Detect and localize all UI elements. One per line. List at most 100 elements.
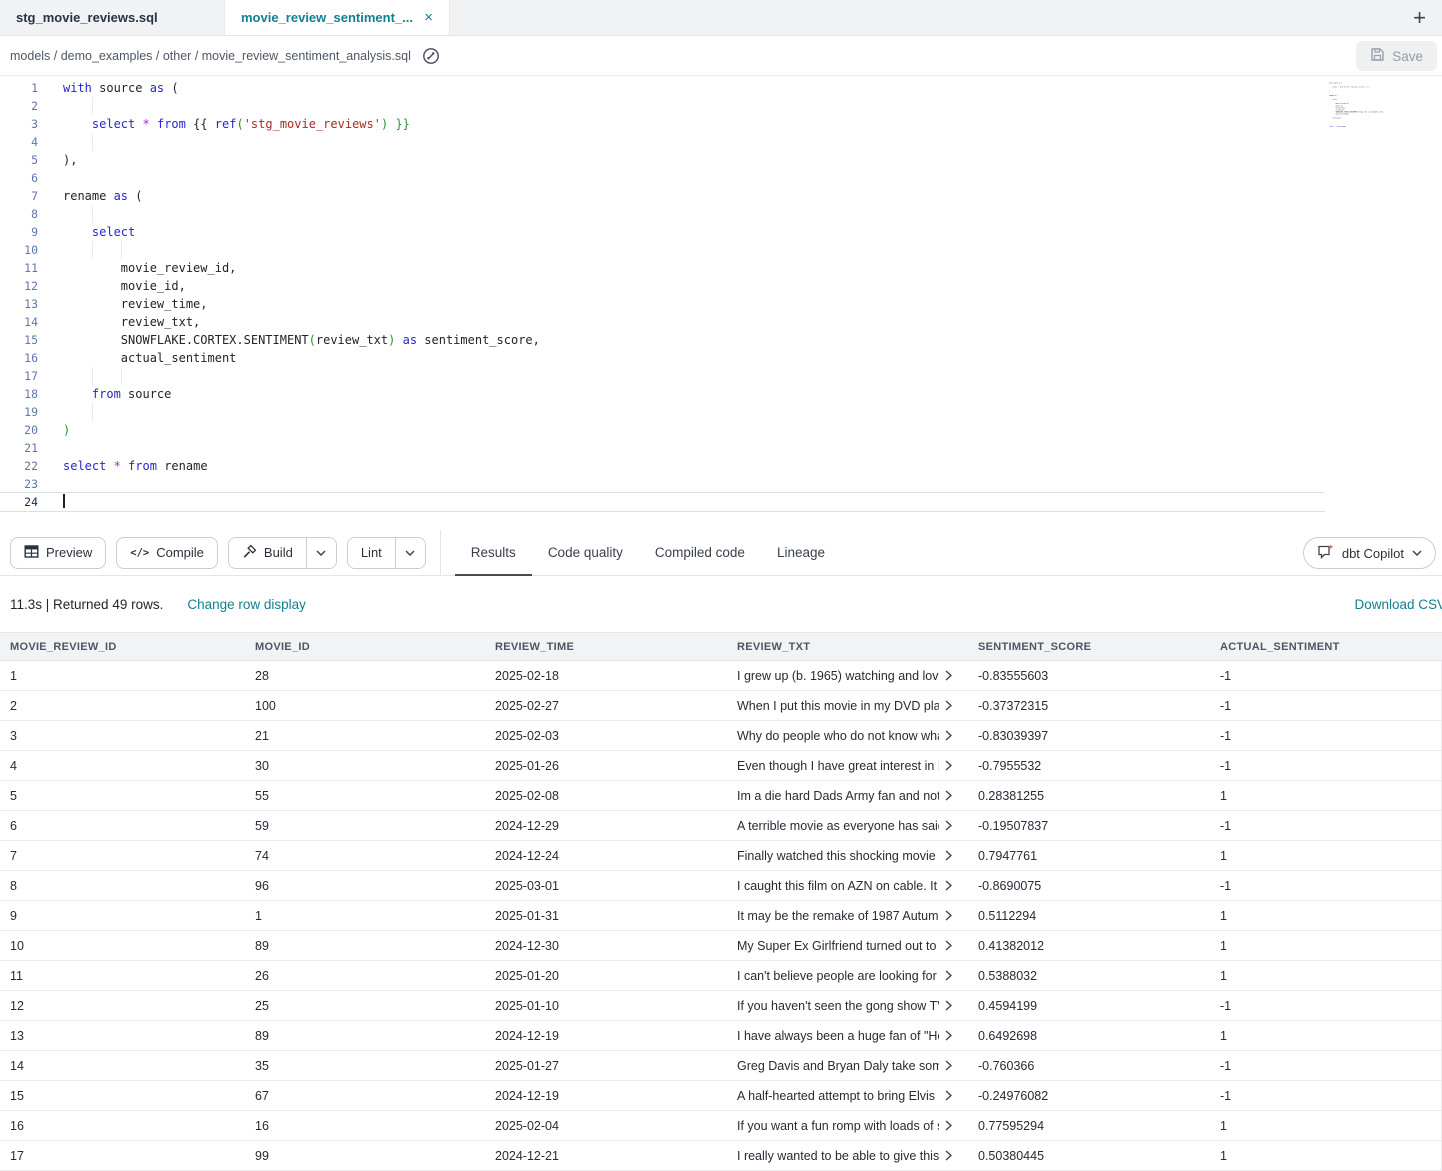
code-text — [45, 367, 1325, 385]
table-row: 1282025-02-18I grew up (b. 1965) watchin… — [0, 661, 1442, 691]
expand-cell-chevron-icon[interactable] — [945, 940, 952, 951]
expand-cell-chevron-icon[interactable] — [945, 670, 952, 681]
compile-button[interactable]: </> Compile — [116, 537, 218, 569]
toolbar-divider — [440, 530, 441, 575]
code-text: actual_sentiment — [45, 349, 1325, 367]
expand-cell-chevron-icon[interactable] — [945, 1090, 952, 1101]
code-line[interactable]: 24 — [0, 493, 1325, 511]
code-line[interactable]: 14 review_txt, — [0, 313, 1325, 331]
expand-cell-chevron-icon[interactable] — [945, 1060, 952, 1071]
code-line[interactable]: 7rename as ( — [0, 187, 1325, 205]
expand-cell-chevron-icon[interactable] — [945, 700, 952, 711]
code-line[interactable]: 8 — [0, 205, 1325, 223]
line-number: 22 — [0, 457, 45, 475]
editor-minimap[interactable]: with source as ( select * from {{ ref('s… — [1329, 82, 1397, 138]
code-line[interactable]: 18 from source — [0, 385, 1325, 403]
table-cell: -1 — [1210, 1051, 1442, 1080]
expand-cell-chevron-icon[interactable] — [945, 760, 952, 771]
line-number: 6 — [0, 169, 45, 187]
save-icon — [1370, 47, 1385, 65]
code-text — [45, 133, 1325, 151]
close-tab-icon[interactable]: × — [424, 10, 433, 25]
table-cell: 1 — [1210, 841, 1442, 870]
lint-button[interactable]: Lint — [348, 538, 395, 568]
lint-dropdown-chevron-icon[interactable] — [395, 538, 425, 568]
table-cell: 67 — [245, 1081, 485, 1110]
code-line[interactable]: 13 review_time, — [0, 295, 1325, 313]
expand-cell-chevron-icon[interactable] — [945, 880, 952, 891]
table-cell: 1 — [245, 901, 485, 930]
review-txt-cell: Im a die hard Dads Army fan and nothi… — [727, 781, 968, 810]
code-line[interactable]: 17 — [0, 367, 1325, 385]
build-dropdown-chevron-icon[interactable] — [306, 538, 336, 568]
review-txt-cell: I caught this film on AZN on cable. It s… — [727, 871, 968, 900]
code-lines[interactable]: 1with source as (23 select * from {{ ref… — [0, 79, 1442, 511]
code-line[interactable]: 20) — [0, 421, 1325, 439]
review-txt-cell: Even though I have great interest in Bi… — [727, 751, 968, 780]
expand-cell-chevron-icon[interactable] — [945, 1030, 952, 1041]
code-line[interactable]: 3 select * from {{ ref('stg_movie_review… — [0, 115, 1325, 133]
line-number: 24 — [0, 493, 45, 511]
code-line[interactable]: 21 — [0, 439, 1325, 457]
table-cell: 0.28381255 — [968, 781, 1210, 810]
code-line[interactable]: 1with source as ( — [0, 79, 1325, 97]
line-number: 2 — [0, 97, 45, 115]
table-cell: 1 — [1210, 1111, 1442, 1140]
build-button[interactable]: Build — [229, 538, 306, 568]
code-line[interactable]: 16 actual_sentiment — [0, 349, 1325, 367]
code-line[interactable]: 9 select — [0, 223, 1325, 241]
code-line[interactable]: 22select * from rename — [0, 457, 1325, 475]
save-label: Save — [1392, 49, 1423, 64]
expand-cell-chevron-icon[interactable] — [945, 730, 952, 741]
new-tab-button[interactable]: + — [1401, 0, 1438, 36]
tab-stg-movie-reviews[interactable]: stg_movie_reviews.sql — [0, 0, 225, 35]
query-status-row: 11.3s | Returned 49 rows. Change row dis… — [0, 576, 1442, 632]
review-txt-cell: It may be the remake of 1987 Autumn'… — [727, 901, 968, 930]
code-line[interactable]: 11 movie_review_id, — [0, 259, 1325, 277]
table-cell: 0.41382012 — [968, 931, 1210, 960]
expand-cell-chevron-icon[interactable] — [945, 1120, 952, 1131]
tab-lineage[interactable]: Lineage — [761, 530, 841, 576]
expand-cell-chevron-icon[interactable] — [945, 1150, 952, 1161]
code-editor[interactable]: 1with source as (23 select * from {{ ref… — [0, 76, 1442, 530]
code-line[interactable]: 12 movie_id, — [0, 277, 1325, 295]
change-row-display-link[interactable]: Change row display — [187, 597, 306, 612]
dbt-copilot-button[interactable]: dbt Copilot — [1303, 537, 1436, 569]
code-text — [45, 169, 1325, 187]
table-cell: 1 — [1210, 901, 1442, 930]
code-line[interactable]: 15 SNOWFLAKE.CORTEX.SENTIMENT(review_txt… — [0, 331, 1325, 349]
code-line[interactable]: 23 — [0, 475, 1325, 493]
code-line[interactable]: 10 — [0, 241, 1325, 259]
code-line[interactable]: 2 — [0, 97, 1325, 115]
table-cell: -1 — [1210, 1081, 1442, 1110]
save-button[interactable]: Save — [1356, 41, 1437, 71]
code-text — [45, 475, 1325, 493]
code-text: review_time, — [45, 295, 1325, 313]
table-cell: 0.7947761 — [968, 841, 1210, 870]
preview-button[interactable]: Preview — [10, 537, 106, 569]
expand-cell-chevron-icon[interactable] — [945, 910, 952, 921]
code-line[interactable]: 4 — [0, 133, 1325, 151]
expand-cell-chevron-icon[interactable] — [945, 850, 952, 861]
tab-results[interactable]: Results — [455, 530, 532, 576]
table-row: 21002025-02-27When I put this movie in m… — [0, 691, 1442, 721]
expand-cell-chevron-icon[interactable] — [945, 1000, 952, 1011]
code-line[interactable]: 6 — [0, 169, 1325, 187]
table-cell: 100 — [245, 691, 485, 720]
expand-cell-chevron-icon[interactable] — [945, 790, 952, 801]
explore-compass-icon[interactable] — [421, 46, 441, 66]
tab-code-quality[interactable]: Code quality — [532, 530, 639, 576]
table-row: 10892024-12-30My Super Ex Girlfriend tur… — [0, 931, 1442, 961]
code-line[interactable]: 5), — [0, 151, 1325, 169]
tab-movie-review-sentiment[interactable]: movie_review_sentiment_... × — [225, 0, 450, 35]
download-csv-link[interactable]: Download CSV — [1354, 576, 1442, 632]
code-text: with source as ( — [45, 79, 1325, 97]
tab-compiled-code[interactable]: Compiled code — [639, 530, 761, 576]
expand-cell-chevron-icon[interactable] — [945, 820, 952, 831]
table-cell: 2 — [0, 691, 245, 720]
table-cell: -1 — [1210, 721, 1442, 750]
code-line[interactable]: 19 — [0, 403, 1325, 421]
review-txt-value: Im a die hard Dads Army fan and nothi… — [737, 781, 939, 810]
expand-cell-chevron-icon[interactable] — [945, 970, 952, 981]
review-txt-cell: Why do people who do not know what… — [727, 721, 968, 750]
